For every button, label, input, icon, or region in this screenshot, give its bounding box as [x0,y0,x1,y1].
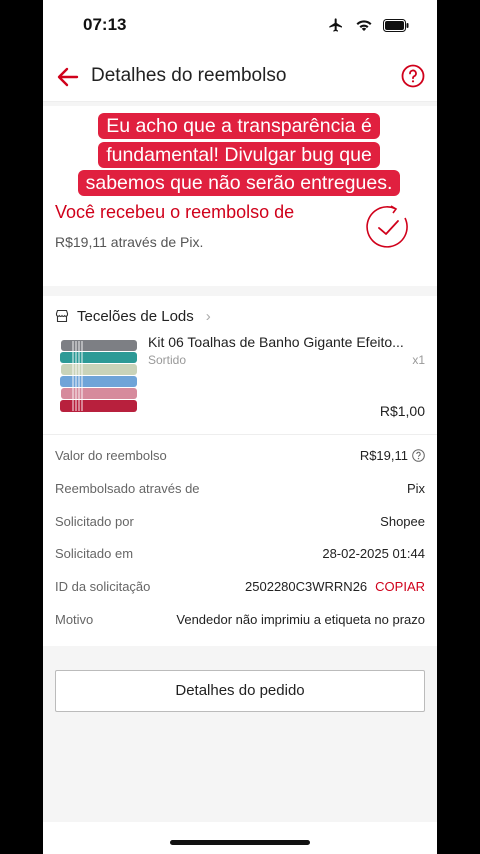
detail-row-requested-by: Solicitado por Shopee [55,514,425,534]
bottom-area [43,822,437,854]
detail-row-request-id: ID da solicitação 2502280C3WRRN26 COPIAR [55,579,425,599]
caption-line: fundamental! Divulgar bug que [98,141,380,168]
detail-label: Solicitado por [55,514,134,529]
caption-line: sabemos que não serão entregues. [77,170,401,196]
detail-row-refund-value: Valor do reembolso R$19,11 [55,448,425,468]
detail-label: Reembolsado através de [55,481,200,496]
app-header: Detalhes do reembolso [43,52,437,102]
status-time: 07:13 [83,15,127,34]
detail-value: R$19,11 [360,448,425,463]
copy-button[interactable]: COPIAR [375,579,425,594]
home-indicator[interactable] [170,840,310,845]
request-id: 2502280C3WRRN26 [245,579,368,594]
product-quantity: x1 [412,353,425,367]
wifi-icon [356,20,372,31]
order-details-button[interactable]: Detalhes do pedido [55,670,425,712]
detail-label: Valor do reembolso [55,448,167,463]
refund-amount: R$19,11 [359,448,408,463]
status-icons [327,17,409,33]
chevron-right-icon: › [205,307,211,325]
detail-row-refund-method: Reembolsado através de Pix [55,481,425,501]
status-bar: 07:13 [43,0,437,52]
back-arrow-icon[interactable] [55,64,81,90]
refund-status-subtitle: R$19,11 através de Pix. [55,234,204,250]
detail-row-reason: Motivo Vendedor não imprimiu a etiqueta … [55,612,425,632]
product-name[interactable]: Kit 06 Toalhas de Banho Gigante Efeito..… [148,334,426,350]
overlay-caption: Eu acho que a transparência é fundamenta… [55,112,423,198]
info-icon[interactable] [412,449,425,462]
detail-label: Solicitado em [55,546,134,561]
shop-link[interactable]: Tecelões de Lods › [55,304,211,328]
divider [43,434,437,435]
store-icon [55,309,69,323]
order-item-card: Tecelões de Lods › Kit 06 Toalhas de Ban… [43,296,437,646]
detail-value: 2502280C3WRRN26 COPIAR [245,579,425,594]
detail-value: Vendedor não imprimiu a etiqueta no praz… [176,612,425,627]
shop-name: Tecelões de Lods [77,307,194,325]
phone-screen: 07:13 Detalhes do reembolso Você recebeu… [43,0,437,854]
battery-icon [383,18,409,32]
detail-value: Pix [406,481,425,496]
airplane-icon [329,18,342,32]
product-variant: Sortido [148,353,187,367]
caption-line: Eu acho que a transparência é [98,113,380,139]
product-price: R$1,00 [379,403,425,419]
page-title: Detalhes do reembolso [91,65,287,86]
refund-status-title: Você recebeu o reembolso de [55,202,295,222]
detail-value: Shopee [380,514,425,529]
detail-label: Motivo [55,612,94,627]
refund-complete-check-icon [366,205,408,248]
detail-label: ID da solicitação [55,579,151,594]
product-thumbnail[interactable] [57,336,139,416]
help-icon[interactable] [401,64,425,88]
detail-value: 28-02-2025 01:44 [322,546,425,561]
detail-row-requested-at: Solicitado em 28-02-2025 01:44 [55,546,425,566]
